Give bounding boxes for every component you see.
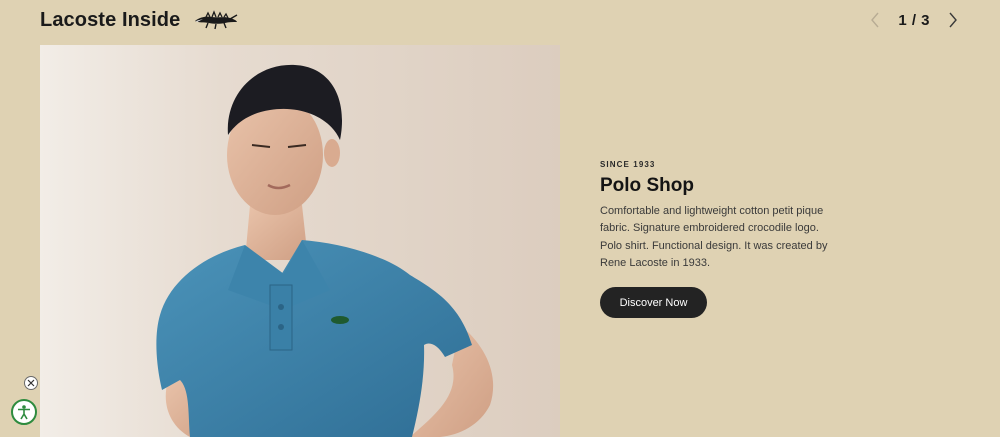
slide-counter: 1 / 3	[898, 11, 930, 29]
crocodile-logo-icon	[195, 10, 238, 30]
model-in-polo-image	[156, 64, 494, 437]
carousel-pager: 1 / 3	[868, 9, 960, 31]
eyebrow-text: SINCE 1933	[600, 160, 656, 169]
promo-title: Polo Shop	[600, 175, 694, 196]
next-slide-button[interactable]	[946, 10, 960, 30]
promo-description: Comfortable and lightweight cotton petit…	[600, 205, 828, 269]
chevron-right-icon	[949, 12, 957, 28]
promo-panel: SINCE 1933 Polo Shop Comfortable and lig…	[600, 160, 840, 319]
discover-now-button[interactable]: Discover Now	[600, 287, 707, 319]
accessibility-button[interactable]	[11, 399, 37, 425]
hero-image[interactable]	[40, 45, 560, 437]
chevron-left-icon	[871, 12, 879, 28]
close-widget-button[interactable]	[24, 376, 38, 390]
accessibility-icon	[18, 405, 30, 420]
header: Lacoste Inside	[40, 6, 238, 34]
page-title: Lacoste Inside	[40, 8, 181, 31]
previous-slide-button[interactable]	[868, 10, 882, 30]
close-icon	[27, 379, 35, 387]
